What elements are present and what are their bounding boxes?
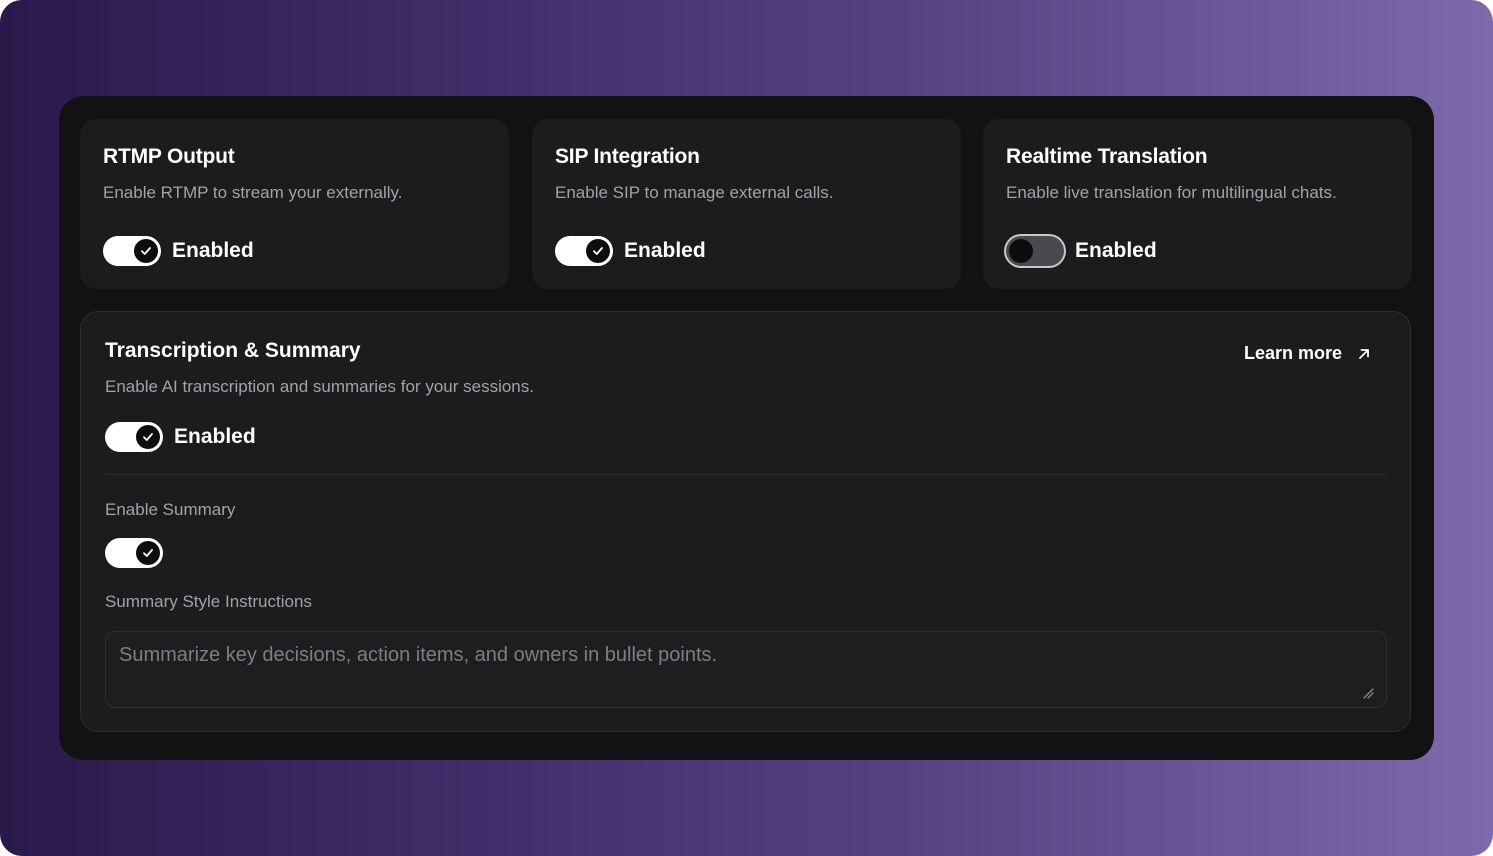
sip-toggle-row: Enabled: [555, 236, 706, 266]
toggle-label: Enabled: [172, 239, 254, 262]
check-icon: [134, 239, 158, 263]
check-icon: [136, 425, 160, 449]
summary-toggle-row: [105, 538, 163, 568]
card-title: Realtime Translation: [1006, 145, 1208, 168]
toggle-knob: [1009, 239, 1033, 263]
card-description: Enable live translation for multilingual…: [1006, 183, 1337, 202]
summary-instructions-textarea[interactable]: [105, 631, 1387, 708]
toggle-label: Enabled: [1075, 239, 1157, 262]
toggle-label: Enabled: [624, 239, 706, 262]
sip-toggle[interactable]: [555, 236, 613, 266]
check-icon: [586, 239, 610, 263]
transcription-summary-card: Transcription & Summary Enable AI transc…: [80, 311, 1411, 732]
transcription-toggle[interactable]: [105, 422, 163, 452]
translation-toggle[interactable]: [1006, 236, 1064, 266]
card-description: Enable RTMP to stream your externally.: [103, 183, 403, 202]
section-description: Enable AI transcription and summaries fo…: [105, 377, 534, 396]
card-title: RTMP Output: [103, 145, 235, 168]
rtmp-output-card: RTMP Output Enable RTMP to stream your e…: [80, 119, 509, 289]
summary-toggle[interactable]: [105, 538, 163, 568]
divider: [105, 474, 1386, 475]
translation-toggle-row: Enabled: [1006, 236, 1157, 266]
rtmp-toggle-row: Enabled: [103, 236, 254, 266]
enable-summary-label: Enable Summary: [105, 500, 236, 519]
toggle-label: Enabled: [174, 425, 256, 448]
transcription-toggle-row: Enabled: [105, 422, 256, 452]
learn-more-link[interactable]: Learn more: [1244, 343, 1372, 364]
arrow-up-right-icon: [1359, 348, 1369, 359]
rtmp-toggle[interactable]: [103, 236, 161, 266]
section-title: Transcription & Summary: [105, 339, 361, 362]
resize-handle-icon[interactable]: [1362, 687, 1374, 699]
sip-integration-card: SIP Integration Enable SIP to manage ext…: [532, 119, 961, 289]
check-icon: [136, 541, 160, 565]
realtime-translation-card: Realtime Translation Enable live transla…: [983, 119, 1412, 289]
learn-more-label: Learn more: [1243, 343, 1342, 363]
summary-instructions-label: Summary Style Instructions: [105, 592, 312, 611]
card-title: SIP Integration: [555, 145, 700, 168]
card-description: Enable SIP to manage external calls.: [555, 183, 834, 202]
